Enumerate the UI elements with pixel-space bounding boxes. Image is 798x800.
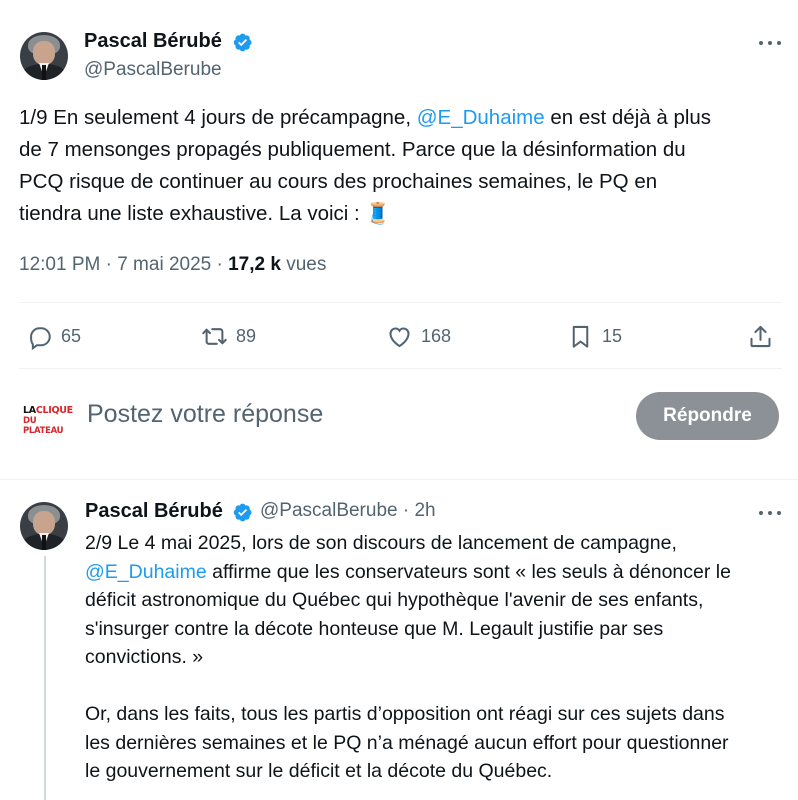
reply-time: · 2h bbox=[397, 500, 436, 521]
tweet-line: convictions. » bbox=[85, 646, 204, 668]
avatar[interactable] bbox=[20, 32, 68, 80]
timestamp[interactable]: 12:01 PM · 7 mai 2025 · bbox=[19, 254, 228, 275]
verified-badge-icon bbox=[233, 503, 252, 522]
tweet-line: 1/9 En seulement 4 jours de précampagne,… bbox=[19, 106, 712, 129]
tweet-line: Or, dans les faits, tous les partis d’op… bbox=[85, 703, 725, 725]
divider bbox=[19, 368, 782, 369]
like-count: 168 bbox=[421, 325, 452, 346]
tweet-line: @E_Duhaime affirme que les conservateurs… bbox=[85, 560, 731, 583]
repost-count: 89 bbox=[236, 325, 257, 346]
tweet-text: 1/9 En seulement 4 jours de précampagne,… bbox=[19, 102, 784, 230]
author-handle[interactable]: @PascalBerube bbox=[84, 59, 222, 81]
views-label: vues bbox=[280, 254, 327, 275]
more-icon[interactable] bbox=[759, 511, 781, 517]
share-button[interactable] bbox=[747, 321, 774, 351]
tweet-line: 2/9 Le 4 mai 2025, lors de son discours … bbox=[85, 532, 677, 554]
reply-input[interactable]: Postez votre réponse bbox=[87, 400, 323, 429]
repost-icon bbox=[202, 327, 227, 345]
reply-count: 65 bbox=[61, 325, 82, 346]
mention-link[interactable]: @E_Duhaime bbox=[417, 106, 545, 129]
like-button[interactable]: 168 bbox=[386, 321, 451, 351]
tweet-line: déficit astronomique du Québec qui hypot… bbox=[85, 589, 704, 611]
author-handle[interactable]: @PascalBerube · 2h bbox=[260, 500, 436, 522]
like-icon bbox=[389, 326, 410, 347]
mention-link[interactable]: @E_Duhaime bbox=[85, 561, 207, 583]
more-icon[interactable] bbox=[759, 41, 781, 47]
tweet-line: s'insurger contre la décote honteuse que… bbox=[85, 617, 664, 640]
tweet-line: tiendra une liste exhaustive. La voici :… bbox=[19, 202, 391, 225]
share-icon bbox=[750, 325, 771, 347]
reply-tweet-text: 2/9 Le 4 mai 2025, lors de son discours … bbox=[85, 529, 790, 786]
thread-line bbox=[44, 556, 46, 800]
bookmark-button[interactable]: 15 bbox=[567, 321, 622, 351]
views-count: 17,2 k bbox=[228, 254, 281, 275]
avatar[interactable] bbox=[20, 502, 68, 550]
thread-emoji: 🧵 bbox=[365, 202, 391, 225]
tweet-line: de 7 mensonges propagés publiquement. Pa… bbox=[19, 138, 686, 161]
tweet-line: les dernières semaines et le PQ n’a ména… bbox=[85, 731, 729, 754]
verified-badge-icon bbox=[233, 33, 252, 52]
section-divider bbox=[0, 462, 798, 480]
account-logo[interactable]: LACLIQUE DU PLATEAU bbox=[23, 406, 73, 437]
tweet-line: PCQ risque de continuer au cours des pro… bbox=[19, 170, 658, 193]
tweet-line: le gouvernement sur le déficit et la déc… bbox=[85, 760, 553, 782]
bookmark-count: 15 bbox=[602, 325, 623, 346]
reply-submit-button[interactable]: Répondre bbox=[636, 392, 779, 440]
tweet-meta: 12:01 PM · 7 mai 2025 · 17,2 k vues bbox=[19, 254, 326, 276]
repost-button[interactable]: 89 bbox=[201, 321, 256, 351]
divider bbox=[19, 302, 782, 303]
bookmark-icon bbox=[572, 325, 589, 348]
author-name[interactable]: Pascal Bérubé bbox=[85, 500, 223, 523]
reply-icon bbox=[30, 326, 51, 350]
reply-button[interactable]: 65 bbox=[26, 321, 81, 351]
author-name[interactable]: Pascal Bérubé bbox=[84, 30, 222, 53]
